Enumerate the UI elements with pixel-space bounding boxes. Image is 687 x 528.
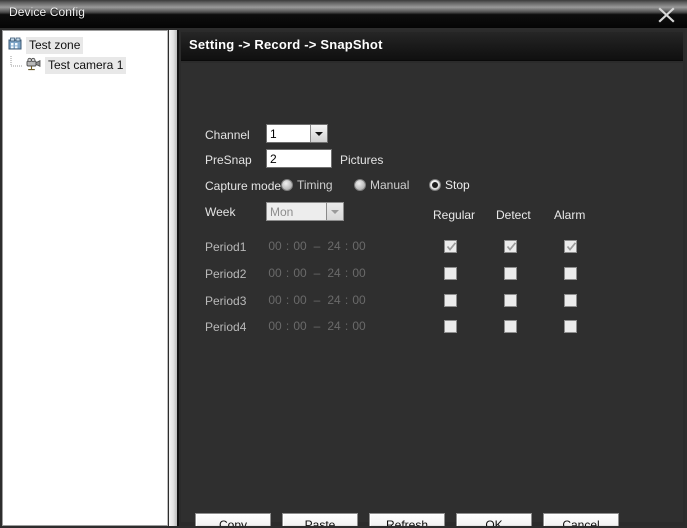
column-header-regular: Regular <box>433 208 476 222</box>
time-range-dash: – <box>313 319 321 333</box>
tree-item-label: Test camera 1 <box>45 56 127 74</box>
breadcrumb-bar: Setting -> Record -> SnapShot <box>181 32 683 61</box>
window-title: Device Config <box>9 5 86 19</box>
radio-stop[interactable]: Stop <box>429 178 470 192</box>
period4-alarm-checkbox[interactable] <box>564 320 577 333</box>
capture-mode-label: Capture mode <box>205 179 282 193</box>
period1-regular-checkbox[interactable] <box>444 240 457 253</box>
chevron-down-icon <box>326 203 343 220</box>
check-icon <box>446 242 457 251</box>
time-separator: : <box>285 239 290 253</box>
time-range-dash: – <box>313 266 321 280</box>
radio-timing[interactable]: Timing <box>281 178 333 192</box>
period4-time-range[interactable]: 00 : 00 – 24 : 00 <box>266 319 368 333</box>
ok-button[interactable]: OK <box>456 513 532 526</box>
week-label: Week <box>205 205 236 219</box>
period2-end-hour[interactable]: 24 <box>325 266 343 280</box>
period3-alarm-checkbox[interactable] <box>564 294 577 307</box>
breadcrumb: Setting -> Record -> SnapShot <box>189 37 383 52</box>
period3-time-range[interactable]: 00 : 00 – 24 : 00 <box>266 293 368 307</box>
presnap-label: PreSnap <box>205 153 252 167</box>
period2-end-min[interactable]: 00 <box>350 266 368 280</box>
snapshot-form: Channel 1 PreSnap Pictures Capture mode … <box>181 63 683 526</box>
period2-label: Period2 <box>205 267 247 281</box>
period1-start-min[interactable]: 00 <box>291 239 309 253</box>
presnap-input[interactable] <box>266 149 332 168</box>
tree-connector-line <box>9 56 23 74</box>
period3-detect-checkbox[interactable] <box>504 294 517 307</box>
radio-dot <box>281 179 293 191</box>
radio-stop-label: Stop <box>445 178 470 192</box>
period2-start-hour[interactable]: 00 <box>266 266 284 280</box>
tree-item-label: Test zone <box>26 36 84 54</box>
period2-regular-checkbox[interactable] <box>444 267 457 280</box>
period1-alarm-checkbox[interactable] <box>564 240 577 253</box>
column-header-detect: Detect <box>496 208 531 222</box>
period3-start-min[interactable]: 00 <box>291 293 309 307</box>
period4-start-hour[interactable]: 00 <box>266 319 284 333</box>
column-header-alarm: Alarm <box>554 208 586 222</box>
channel-label: Channel <box>205 128 250 142</box>
zone-building-icon <box>8 37 23 54</box>
time-separator: : <box>344 293 349 307</box>
period1-label: Period1 <box>205 240 247 254</box>
period4-start-min[interactable]: 00 <box>291 319 309 333</box>
week-select-value: Mon <box>270 205 294 219</box>
time-separator: : <box>344 239 349 253</box>
chevron-down-icon <box>310 125 327 142</box>
check-icon <box>566 242 577 251</box>
radio-timing-label: Timing <box>297 178 333 192</box>
period1-start-hour[interactable]: 00 <box>266 239 284 253</box>
close-icon[interactable] <box>655 4 679 26</box>
camera-icon <box>25 57 42 74</box>
copy-button[interactable]: Copy <box>195 513 271 526</box>
period2-start-min[interactable]: 00 <box>291 266 309 280</box>
period4-detect-checkbox[interactable] <box>504 320 517 333</box>
period3-label: Period3 <box>205 294 247 308</box>
period4-end-min[interactable]: 00 <box>350 319 368 333</box>
period4-label: Period4 <box>205 320 247 334</box>
time-separator: : <box>285 266 290 280</box>
channel-select-value: 1 <box>270 127 277 141</box>
radio-dot <box>354 179 366 191</box>
radio-dot <box>429 179 441 191</box>
device-tree-panel: Test zone Test camera 1 <box>2 30 168 526</box>
paste-button[interactable]: Paste <box>282 513 358 526</box>
period1-end-min[interactable]: 00 <box>350 239 368 253</box>
time-separator: : <box>285 319 290 333</box>
device-config-window: Device Config Test zone Test camera 1 Se… <box>0 0 687 528</box>
time-separator: : <box>344 266 349 280</box>
time-range-dash: – <box>313 239 321 253</box>
period2-time-range[interactable]: 00 : 00 – 24 : 00 <box>266 266 368 280</box>
period3-end-min[interactable]: 00 <box>350 293 368 307</box>
period3-regular-checkbox[interactable] <box>444 294 457 307</box>
radio-manual[interactable]: Manual <box>354 178 409 192</box>
time-separator: : <box>344 319 349 333</box>
time-range-dash: – <box>313 293 321 307</box>
period1-time-range[interactable]: 00 : 00 – 24 : 00 <box>266 239 368 253</box>
period1-end-hour[interactable]: 24 <box>325 239 343 253</box>
channel-select[interactable]: 1 <box>266 124 328 143</box>
week-select[interactable]: Mon <box>266 202 344 221</box>
period4-end-hour[interactable]: 24 <box>325 319 343 333</box>
period2-alarm-checkbox[interactable] <box>564 267 577 280</box>
tree-item-test-zone[interactable]: Test zone <box>8 36 167 54</box>
cancel-button[interactable]: Cancel <box>543 513 619 526</box>
refresh-button[interactable]: Refresh <box>369 513 445 526</box>
check-icon <box>506 242 517 251</box>
radio-manual-label: Manual <box>370 178 410 192</box>
time-separator: : <box>285 293 290 307</box>
period4-regular-checkbox[interactable] <box>444 320 457 333</box>
tree-item-test-camera-1[interactable]: Test camera 1 <box>10 56 167 74</box>
panel-splitter[interactable] <box>169 30 177 526</box>
period1-detect-checkbox[interactable] <box>504 240 517 253</box>
content-panel: Setting -> Record -> SnapShot Channel 1 … <box>177 30 685 526</box>
presnap-unit-label: Pictures <box>340 153 384 167</box>
window-titlebar: Device Config <box>0 0 687 28</box>
period3-end-hour[interactable]: 24 <box>325 293 343 307</box>
period2-detect-checkbox[interactable] <box>504 267 517 280</box>
period3-start-hour[interactable]: 00 <box>266 293 284 307</box>
